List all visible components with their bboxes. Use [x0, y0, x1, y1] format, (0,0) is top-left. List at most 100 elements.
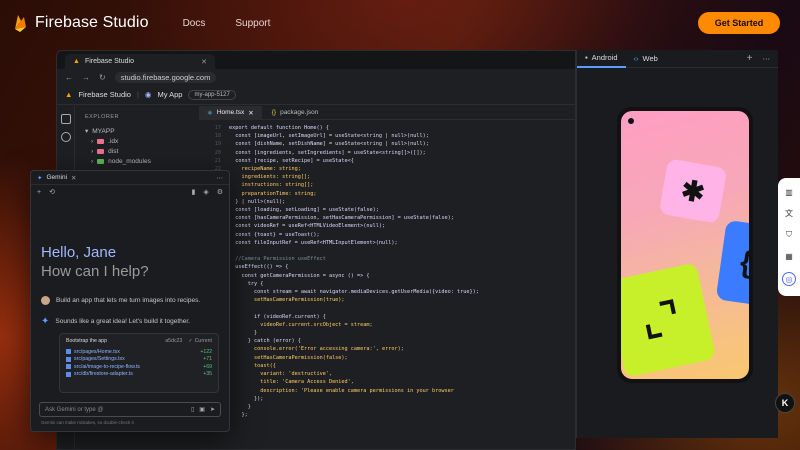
browser-tab[interactable]: ▲ Firebase Studio ✕: [65, 54, 215, 69]
brand-name: Firebase Studio: [35, 14, 149, 31]
more-icon[interactable]: ⋯: [217, 174, 224, 182]
attach-icon[interactable]: ▯: [191, 406, 194, 413]
book-icon[interactable]: ▥: [785, 188, 793, 197]
project-name[interactable]: My App: [157, 90, 182, 99]
more-icon[interactable]: ⋯: [763, 54, 771, 63]
gemini-spark-icon: ✦: [37, 174, 43, 182]
line-delta: +69: [203, 363, 212, 370]
changed-file-row[interactable]: src/pages/Home.tsx +122: [66, 348, 212, 356]
line-text: recipeName: string;: [229, 166, 301, 173]
commit-card[interactable]: Bootstrap the app a5dc23 ✓ Current src/p…: [59, 333, 219, 393]
line-text: //Camera Permission useEffect: [229, 256, 326, 263]
tab-label: Web: [642, 54, 658, 63]
files-icon[interactable]: [60, 114, 71, 124]
folder-icon: [97, 138, 105, 144]
gemini-spark-icon: ✦: [41, 316, 50, 327]
line-text: variant: 'destructive',: [229, 371, 333, 378]
code-line: 51 }: [203, 403, 575, 411]
help-prompt: How can I help?: [41, 263, 149, 280]
preview-panel: ▪ Android ‹› Web + ⋯ ✱ { ⌞⌝: [576, 50, 778, 438]
line-delta: +35: [203, 371, 212, 378]
url-field[interactable]: studio.firebase.google.com: [114, 71, 217, 83]
shield-icon[interactable]: ⛉: [786, 230, 792, 240]
code-line: 32: [203, 247, 575, 255]
commit-status: Current: [194, 338, 212, 344]
avatar: [41, 296, 50, 305]
translate-icon[interactable]: 文: [785, 208, 793, 219]
line-text: export default function Home() {: [229, 125, 329, 131]
grid-icon[interactable]: ▦: [785, 252, 793, 261]
tab-home-tsx[interactable]: ⚛ Home.tsx ✕: [199, 105, 262, 120]
tag-icon[interactable]: ◈: [203, 188, 208, 196]
firebase-logo[interactable]: Firebase Studio: [12, 13, 149, 33]
code-editor[interactable]: ⚛ Home.tsx ✕ {} package.json 17 export de…: [199, 105, 575, 449]
add-icon[interactable]: +: [747, 53, 753, 64]
code-line: 21 const [recipe, setRecipe] = useState<…: [203, 157, 575, 165]
line-text: const [dishName, setDishName] = useState…: [229, 141, 429, 148]
tab-label: Home.tsx: [216, 109, 245, 116]
root-folder-label: MYAPP: [92, 127, 115, 135]
firebase-tab-icon: ▲: [73, 58, 80, 65]
code-tile-icon: ⌞⌝: [621, 262, 717, 378]
tree-item-dist[interactable]: › dist: [85, 146, 189, 156]
image-icon[interactable]: ▣: [199, 406, 205, 413]
close-icon[interactable]: ✕: [248, 109, 253, 117]
get-started-button[interactable]: Get Started: [698, 12, 780, 34]
app-header: ▲ Firebase Studio | ◉ My App my-app-5127: [57, 85, 575, 105]
delete-icon[interactable]: ▮: [191, 188, 195, 196]
gemini-input[interactable]: Ask Gemini or type @ ▯ ▣ ➤: [39, 402, 221, 417]
changed-file-row[interactable]: src/pages/Settings.tsx +71: [66, 356, 212, 364]
assistant-icon[interactable]: ◎: [782, 272, 796, 287]
firebase-studio-icon: ▲: [65, 90, 73, 99]
code-line: 31 const fileInputRef = useRef<HTMLInput…: [203, 239, 575, 247]
tab-label: Android: [591, 53, 618, 62]
search-icon[interactable]: [60, 132, 71, 142]
file-icon: [66, 364, 71, 370]
explorer-root[interactable]: ▾ MYAPP: [85, 126, 189, 136]
k-badge[interactable]: K: [775, 393, 795, 413]
reply-text: Sounds like a great idea! Let's build it…: [55, 318, 190, 325]
phone-screen[interactable]: ✱ { ⌞⌝: [621, 111, 749, 379]
check-icon: ✓: [188, 338, 193, 344]
changed-file-row[interactable]: src/db/firestore-adapter.ts +35: [66, 371, 212, 379]
history-icon[interactable]: ⟲: [49, 188, 55, 196]
json-file-icon: {}: [271, 109, 277, 116]
tree-item-node-modules[interactable]: › node_modules: [85, 156, 189, 166]
nav-link-docs[interactable]: Docs: [183, 18, 206, 29]
gemini-panel: ✦ Gemini ✕ ⋯ + ⟲ ▮ ◈ ⚙ Hello, Jane How c…: [30, 170, 230, 432]
line-number: 18: [214, 133, 221, 140]
line-text: setHasCameraPermission(false);: [229, 354, 348, 361]
app-icon: ◉: [144, 90, 152, 99]
tree-item-idx[interactable]: › .idx: [85, 136, 189, 146]
forward-icon[interactable]: →: [82, 73, 90, 82]
line-text: setHasCameraPermission(true);: [229, 297, 345, 304]
code-line: 38 setHasCameraPermission(true);: [203, 296, 575, 304]
editor-tabs: ⚛ Home.tsx ✕ {} package.json: [199, 105, 575, 120]
folder-icon: [97, 148, 105, 154]
code-area[interactable]: 17 export default function Home() {18 con…: [199, 120, 575, 419]
input-placeholder: Ask Gemini or type @: [45, 406, 104, 413]
tab-web[interactable]: ‹› Web: [626, 50, 666, 68]
project-id-badge[interactable]: my-app-5127: [188, 89, 236, 100]
settings-icon[interactable]: ⚙: [217, 188, 223, 196]
chevron-right-icon: ›: [91, 137, 94, 145]
reload-icon[interactable]: ↻: [99, 73, 106, 82]
nav-link-support[interactable]: Support: [235, 18, 270, 29]
changed-file-row[interactable]: src/ai/image-to-recipe-flow.ts +69: [66, 363, 212, 371]
file-icon: [66, 349, 71, 355]
back-icon[interactable]: ←: [65, 73, 73, 82]
commit-hash: a5dc23: [165, 338, 183, 344]
code-line: 24 instructions: string[];: [203, 181, 575, 189]
gemini-tab[interactable]: ✦ Gemini ✕ ⋯: [31, 171, 229, 185]
tab-package-json[interactable]: {} package.json: [264, 106, 327, 120]
line-delta: +71: [203, 356, 212, 363]
new-chat-icon[interactable]: +: [37, 189, 41, 196]
close-tab-icon[interactable]: ✕: [201, 58, 207, 66]
tab-android[interactable]: ▪ Android: [577, 50, 626, 68]
gemini-tab-label: Gemini: [46, 174, 68, 181]
line-text: const [recipe, setRecipe] = useState<{: [229, 157, 354, 164]
code-line: 43 } catch (error) {: [203, 337, 575, 345]
send-icon[interactable]: ➤: [210, 406, 215, 413]
line-text: const [loading, setLoading] = useState(f…: [229, 207, 379, 214]
close-icon[interactable]: ✕: [71, 174, 76, 182]
